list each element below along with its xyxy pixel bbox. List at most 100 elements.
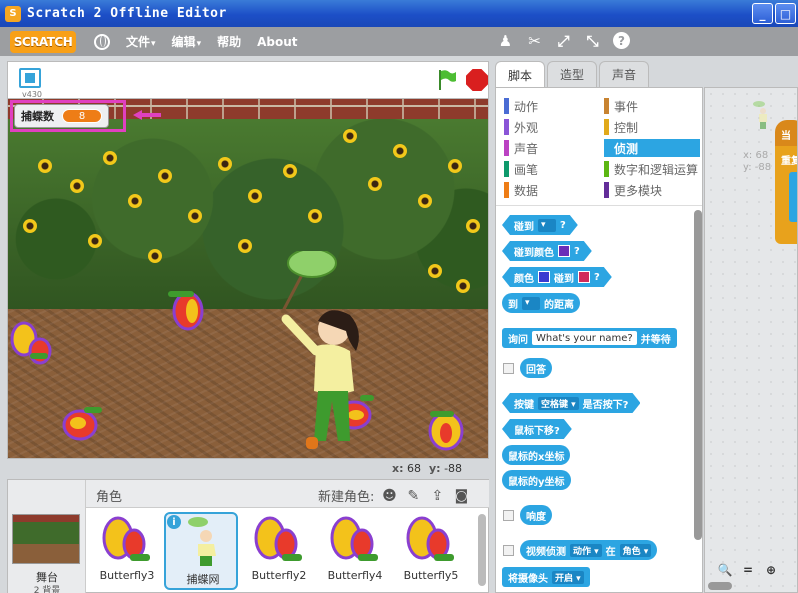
flower xyxy=(188,209,202,223)
block-mouse-down[interactable]: 鼠标下移? xyxy=(502,419,572,439)
category-operators[interactable]: 数字和逻辑运算 xyxy=(604,160,700,178)
block-key-pressed[interactable]: 按键 空格键 ▾ 是否按下? xyxy=(502,393,640,413)
language-globe-icon[interactable] xyxy=(94,33,110,50)
green-flag-icon[interactable] xyxy=(437,69,457,91)
butterfly-thumbnail xyxy=(254,516,302,561)
sprite-card-butterfly3[interactable]: Butterfly3 xyxy=(90,512,164,590)
block-turn-video[interactable]: 将摄像头 开启 ▾ xyxy=(502,567,590,587)
category-more-blocks[interactable]: 更多模块 xyxy=(604,181,700,199)
flower xyxy=(343,129,357,143)
category-looks[interactable]: 外观 xyxy=(504,118,600,136)
block-touching-color[interactable]: 碰到颜色? xyxy=(502,241,592,261)
category-pen[interactable]: 画笔 xyxy=(504,160,600,178)
flower xyxy=(218,157,232,171)
sprite-position: x: 68 y: -88 xyxy=(743,150,772,173)
category-sound[interactable]: 声音 xyxy=(504,139,600,157)
loudness-checkbox[interactable] xyxy=(503,510,514,521)
sprite-card-butterfly2[interactable]: Butterfly2 xyxy=(242,512,316,590)
when-event-block[interactable]: 当 xyxy=(775,120,797,146)
tab-scripts[interactable]: 脚本 xyxy=(495,61,546,88)
block-touching[interactable]: 碰到 ▾? xyxy=(502,215,578,235)
flower xyxy=(393,144,407,158)
tab-costumes[interactable]: 造型 xyxy=(547,61,598,87)
girl-with-net-sprite[interactable] xyxy=(268,251,378,459)
answer-checkbox[interactable] xyxy=(503,363,514,374)
sprite-pane-scrollbar[interactable] xyxy=(478,514,486,586)
scratch-logo[interactable]: SCRATCH xyxy=(10,30,76,53)
fullscreen-icon[interactable] xyxy=(19,68,41,88)
girl-thumbnail xyxy=(188,517,216,566)
block-mouse-x[interactable]: 鼠标的x坐标 xyxy=(502,445,571,465)
zoom-controls: 🔍 = ⊕ xyxy=(717,562,779,578)
garden-foliage xyxy=(8,119,488,319)
minimize-button[interactable]: _ xyxy=(752,3,773,24)
menu-edit[interactable]: 编辑▾ xyxy=(172,33,202,50)
duplicate-icon[interactable]: ♟ xyxy=(497,32,514,50)
block-ask-and-wait[interactable]: 询问 What's your name? 并等待 xyxy=(502,328,677,348)
script-area-scrollbar[interactable] xyxy=(708,582,732,590)
grow-icon[interactable]: ⤢ xyxy=(555,32,572,50)
block-color-touching[interactable]: 颜色 碰到? xyxy=(502,267,612,287)
flower xyxy=(283,164,297,178)
flower xyxy=(128,194,142,208)
sprite-card-butterfly4[interactable]: Butterfly4 xyxy=(318,512,392,590)
window-controls: _ □ xyxy=(752,3,796,24)
new-sprite-label: 新建角色: xyxy=(318,490,375,505)
help-icon[interactable]: ? xyxy=(613,32,630,49)
shrink-icon[interactable]: ⤡ xyxy=(584,32,601,50)
sprite-library-icon[interactable]: ☻ xyxy=(380,488,398,504)
zoom-reset-icon[interactable]: = xyxy=(740,562,756,578)
menu-help[interactable]: 帮助 xyxy=(217,33,241,50)
zoom-out-icon[interactable]: 🔍 xyxy=(717,562,733,578)
block-distance-to[interactable]: 到 ▾ 的距离 xyxy=(502,293,580,313)
category-events[interactable]: 事件 xyxy=(604,97,700,115)
maximize-button[interactable]: □ xyxy=(775,3,796,24)
flower xyxy=(308,209,322,223)
block-video-sensing[interactable]: 视频侦测 动作 ▾ 在角色 ▾ xyxy=(520,540,658,560)
y-coordinate: -88 xyxy=(444,462,463,475)
category-control[interactable]: 控制 xyxy=(604,118,700,136)
block-loudness[interactable]: 响度 xyxy=(520,505,552,525)
new-sprite-controls: 新建角色: ☻ ✎ ⇪ ◙ xyxy=(318,486,470,506)
video-checkbox[interactable] xyxy=(503,545,514,556)
menu-bar: SCRATCH 文件▾ 编辑▾ 帮助 About ♟ ✂ ⤢ ⤡ ? xyxy=(0,27,798,56)
title-bar: S Scratch 2 Offline Editor _ □ xyxy=(0,0,798,27)
butterfly-sprite[interactable] xyxy=(424,405,468,453)
flower xyxy=(70,179,84,193)
category-motion[interactable]: 动作 xyxy=(504,97,600,115)
stop-icon[interactable] xyxy=(466,69,488,91)
flower xyxy=(248,189,262,203)
cut-icon[interactable]: ✂ xyxy=(526,32,543,50)
category-data[interactable]: 数据 xyxy=(504,181,600,199)
menu-file[interactable]: 文件▾ xyxy=(126,33,156,50)
stage-thumbnail[interactable] xyxy=(12,514,80,564)
zoom-in-icon[interactable]: ⊕ xyxy=(763,562,779,578)
editor-tabs: 脚本 造型 声音 xyxy=(495,61,650,88)
upload-icon[interactable]: ⇪ xyxy=(428,488,446,504)
block-answer[interactable]: 回答 xyxy=(520,358,552,378)
left-arrow-icon xyxy=(133,110,161,120)
paint-brush-icon[interactable]: ✎ xyxy=(404,488,422,504)
butterfly-sprite[interactable] xyxy=(10,321,54,369)
sprite-name: Butterfly2 xyxy=(251,569,307,582)
category-sensing[interactable]: 侦测 xyxy=(604,139,700,157)
tab-sounds[interactable]: 声音 xyxy=(599,61,650,87)
stage-selector[interactable]: 舞台 2 背景 xyxy=(8,480,86,593)
menu-about[interactable]: About xyxy=(257,35,297,49)
nested-block[interactable] xyxy=(789,172,797,222)
camera-icon[interactable]: ◙ xyxy=(452,488,470,504)
sprite-name: Butterfly4 xyxy=(327,569,383,582)
stage-canvas[interactable]: 捕蝶数 8 xyxy=(7,98,489,459)
sprite-card-net[interactable]: i 捕蝶网 xyxy=(164,512,238,590)
repeat-control-block[interactable]: 重复 xyxy=(775,146,797,244)
flower xyxy=(428,264,442,278)
script-area[interactable]: x: 68 y: -88 当 重复 🔍 = ⊕ xyxy=(704,87,798,593)
block-mouse-y[interactable]: 鼠标的y坐标 xyxy=(502,470,571,490)
flower xyxy=(88,234,102,248)
palette-scrollbar[interactable] xyxy=(694,210,702,540)
butterfly-sprite[interactable] xyxy=(164,285,208,333)
toolbar: ♟ ✂ ⤢ ⤡ ? xyxy=(497,32,630,50)
sprite-card-butterfly5[interactable]: Butterfly5 xyxy=(394,512,468,590)
butterfly-sprite[interactable] xyxy=(62,401,106,449)
flower xyxy=(448,159,462,173)
